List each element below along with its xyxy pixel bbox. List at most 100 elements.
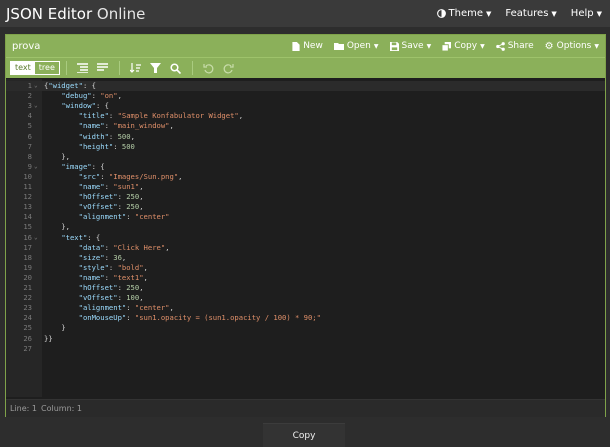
line-number: 20: [23, 272, 32, 282]
fold-toggle-icon[interactable]: ⌄: [34, 233, 38, 243]
fold-toggle-icon[interactable]: ⌄: [34, 81, 38, 91]
fold-toggle-icon[interactable]: ⌄: [34, 162, 38, 172]
code-line: 4 "title": "Sample Konfabulator Widget",: [6, 111, 605, 121]
toolbar-divider: [118, 61, 120, 75]
code-text: "image": {: [61, 161, 105, 171]
line-number: 7: [27, 141, 32, 151]
open-button-label: Open: [346, 41, 371, 51]
line-number: 19: [23, 262, 32, 272]
search-button[interactable]: [169, 61, 183, 75]
code-editor[interactable]: 1 ⌄ {"widget": {2 "debug": "on", 3 ⌄ "window…: [6, 79, 605, 397]
new-button-label: New: [303, 41, 323, 51]
chevron-down-icon: ▼: [596, 9, 602, 18]
code-text: "debug": "on",: [61, 91, 122, 101]
filter-icon: [150, 63, 162, 73]
code-text: "alignment": "center": [78, 212, 170, 222]
code-line: 26}}: [6, 334, 605, 344]
open-button[interactable]: Open ▼: [333, 41, 379, 51]
code-line: 14 "alignment": "center": [6, 212, 605, 222]
code-text: }}: [44, 333, 53, 343]
editor-actions: New Open ▼ Save ▼ Copy ▼ Share ⚙ Options…: [281, 41, 599, 52]
line-number: 27: [23, 343, 32, 353]
line-number: 14: [23, 212, 32, 222]
code-line: 11 "name": "sun1",: [6, 182, 605, 192]
code-line: 15 },: [6, 222, 605, 232]
options-button[interactable]: ⚙ Options ▼: [545, 41, 599, 52]
code-line: 6 "width": 500,: [6, 132, 605, 142]
code-line: 2 "debug": "on",: [6, 91, 605, 101]
save-button[interactable]: Save ▼: [389, 41, 431, 51]
code-text: "window": {: [61, 101, 109, 111]
cursor-column: Column: 1: [41, 404, 82, 413]
document-name[interactable]: prova: [12, 41, 40, 52]
line-number: 24: [23, 313, 32, 323]
format-button[interactable]: [76, 61, 90, 75]
chevron-down-icon: ▼: [486, 9, 492, 18]
undo-icon: [203, 63, 214, 73]
code-line: 23 "alignment": "center",: [6, 303, 605, 313]
features-menu[interactable]: Features ▼: [505, 8, 556, 19]
code-line: 3 ⌄ "window": {: [6, 101, 605, 111]
code-text: "height": 500: [78, 141, 135, 151]
line-number: 16: [23, 232, 32, 242]
line-number: 6: [27, 131, 32, 141]
code-line: 27: [6, 344, 605, 354]
theme-menu[interactable]: Theme ▼: [436, 8, 492, 19]
line-number: 11: [23, 182, 32, 191]
cursor-line: Line: 1: [10, 404, 37, 413]
code-text: "title": "Sample Konfabulator Widget",: [78, 111, 244, 121]
new-button[interactable]: New: [292, 41, 323, 51]
line-number: 12: [23, 192, 32, 202]
code-text: "hOffset": 250,: [78, 283, 144, 292]
code-text: "vOffset": 250,: [78, 202, 144, 212]
copy-menu-button[interactable]: Copy ▼: [442, 41, 485, 51]
code-text: "data": "Click Here",: [78, 242, 170, 252]
save-icon: [389, 41, 399, 51]
save-button-label: Save: [401, 41, 424, 51]
code-text: "style": "bold",: [78, 262, 148, 272]
code-text: "vOffset": 100,: [78, 293, 144, 303]
app-menu: Theme ▼ Features ▼ Help ▼: [423, 8, 602, 19]
features-menu-label: Features: [505, 8, 549, 19]
folder-icon: [333, 43, 344, 50]
code-line: 24 "onMouseUp": "sun1.opacity = (sun1.op…: [6, 313, 605, 323]
share-button-label: Share: [507, 41, 534, 51]
line-number: 5: [27, 121, 32, 131]
line-number: 26: [23, 333, 32, 343]
code-text: "name": "main_window",: [78, 121, 174, 131]
search-icon: [170, 62, 182, 74]
app-logo: JSON Editor Online: [6, 5, 145, 23]
copy-button[interactable]: Copy: [263, 423, 345, 447]
copy-menu-label: Copy: [454, 41, 478, 51]
code-line: 7 "height": 500: [6, 142, 605, 152]
code-text: "width": 500,: [78, 131, 135, 141]
sort-button[interactable]: [129, 61, 143, 75]
code-line: 20 "name": "text1",: [6, 273, 605, 283]
toolbar-divider: [65, 61, 67, 75]
filter-button[interactable]: [149, 61, 163, 75]
mode-text-button[interactable]: text: [11, 62, 35, 74]
help-menu[interactable]: Help ▼: [571, 8, 602, 19]
toolbar-divider: [191, 61, 193, 75]
code-text: "name": "sun1",: [78, 182, 144, 191]
mode-tree-button[interactable]: tree: [34, 62, 59, 74]
line-number: 22: [23, 293, 32, 303]
line-number: 2: [27, 91, 32, 101]
line-number: 23: [23, 303, 32, 313]
share-button[interactable]: Share: [495, 41, 534, 51]
file-icon: [292, 41, 300, 51]
line-number: 18: [23, 252, 32, 262]
chevron-down-icon: ▼: [594, 42, 599, 50]
redo-button[interactable]: [222, 61, 236, 75]
code-text: "src": "Images/Sun.png",: [78, 171, 183, 181]
format-icon: [77, 63, 89, 73]
fold-toggle-icon[interactable]: ⌄: [34, 101, 38, 111]
compact-button[interactable]: [96, 61, 110, 75]
code-line: 19 "style": "bold",: [6, 263, 605, 273]
code-text: {"widget": {: [44, 81, 96, 90]
undo-button[interactable]: [202, 61, 216, 75]
editor-titlebar: prova New Open ▼ Save ▼ Copy ▼ Share ⚙ O…: [6, 35, 605, 57]
line-number: 13: [23, 202, 32, 212]
code-line: 8 },: [6, 152, 605, 162]
line-number: 4: [27, 111, 32, 121]
